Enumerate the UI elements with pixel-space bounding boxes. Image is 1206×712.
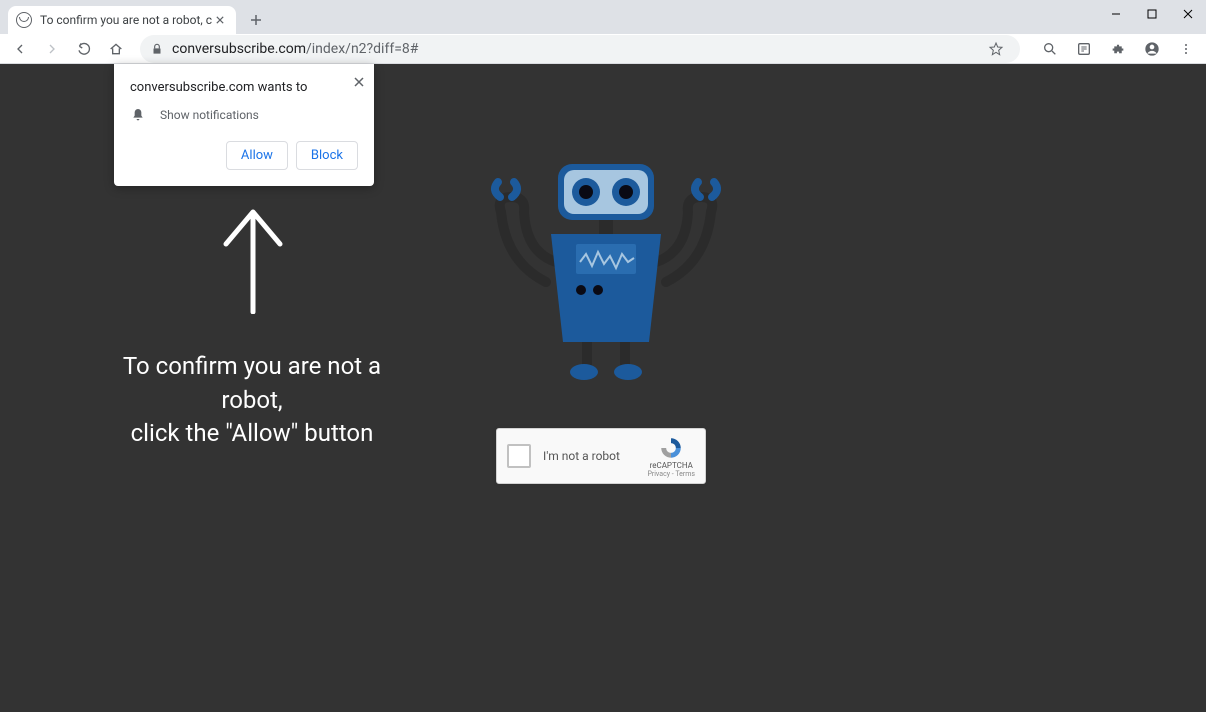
bell-icon — [130, 107, 146, 123]
globe-icon — [16, 12, 32, 28]
forward-button[interactable] — [38, 35, 66, 63]
toolbar: conversubscribe.com/index/n2?diff=8# — [0, 34, 1206, 64]
menu-icon[interactable] — [1172, 35, 1200, 63]
new-tab-button[interactable] — [242, 6, 270, 34]
bookmark-star-icon[interactable] — [982, 35, 1010, 63]
url-text: conversubscribe.com/index/n2?diff=8# — [172, 41, 982, 57]
minimize-button[interactable] — [1098, 0, 1134, 28]
recaptcha-label: I'm not a robot — [543, 449, 647, 463]
close-window-button[interactable] — [1170, 0, 1206, 28]
tab-title: To confirm you are not a robot, c — [40, 13, 212, 27]
back-button[interactable] — [6, 35, 34, 63]
extensions-icon[interactable] — [1104, 35, 1132, 63]
arrow-up-icon — [218, 204, 288, 318]
address-bar[interactable]: conversubscribe.com/index/n2?diff=8# — [140, 35, 1020, 63]
popup-close-button[interactable] — [354, 72, 364, 91]
browser-tab[interactable]: To confirm you are not a robot, c — [8, 6, 236, 34]
recaptcha-logo-icon — [658, 435, 684, 461]
recaptcha-checkbox[interactable] — [507, 444, 531, 468]
recaptcha-widget: I'm not a robot reCAPTCHA Privacy - Term… — [496, 428, 706, 484]
permission-text: Show notifications — [160, 108, 259, 122]
page-content: conversubscribe.com wants to Show notifi… — [0, 64, 1206, 712]
maximize-button[interactable] — [1134, 0, 1170, 28]
zoom-icon[interactable] — [1036, 35, 1064, 63]
reader-icon[interactable] — [1070, 35, 1098, 63]
permission-request-row: Show notifications — [130, 107, 358, 123]
profile-icon[interactable] — [1138, 35, 1166, 63]
popup-header: conversubscribe.com wants to — [130, 80, 358, 95]
recaptcha-badge: reCAPTCHA Privacy - Terms — [647, 435, 695, 478]
allow-button[interactable]: Allow — [226, 141, 288, 170]
lock-icon — [150, 42, 164, 56]
notification-permission-popup: conversubscribe.com wants to Show notifi… — [114, 64, 374, 186]
block-button[interactable]: Block — [296, 141, 358, 170]
reload-button[interactable] — [70, 35, 98, 63]
instruction-text: To confirm you are not a robot, click th… — [120, 350, 384, 451]
home-button[interactable] — [102, 35, 130, 63]
titlebar: To confirm you are not a robot, c — [0, 0, 1206, 34]
tab-close-button[interactable] — [212, 12, 228, 28]
window-controls — [1098, 0, 1206, 28]
robot-image — [486, 162, 726, 382]
